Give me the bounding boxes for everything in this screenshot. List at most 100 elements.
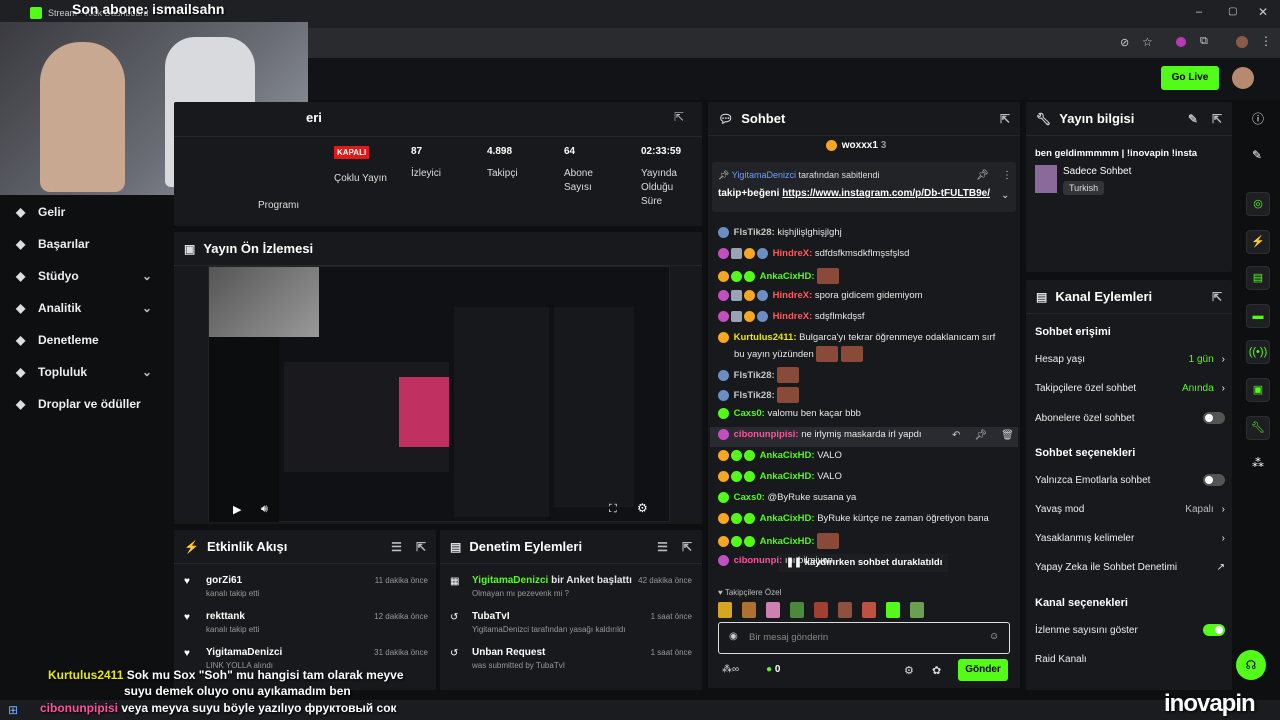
sidebar-item[interactable]: ◆ Droplar ve ödüller [0, 388, 170, 420]
rail-bolt-icon[interactable]: ⚡ [1246, 230, 1270, 254]
popout-icon[interactable]: ⇱ [1212, 290, 1222, 304]
chat-message[interactable]: cibonunpi: ını bilmiyon [718, 554, 833, 568]
raid-row[interactable]: Raid Kanalı [1035, 654, 1225, 665]
edit-icon[interactable]: ✎ [1188, 112, 1198, 126]
chat-username[interactable]: cibonunpipisi [734, 429, 796, 440]
popout-icon[interactable]: ⇱ [1212, 112, 1222, 126]
emote-icon[interactable] [886, 602, 900, 618]
emote-icon[interactable] [910, 602, 924, 618]
chat-username[interactable]: AnkaCixHD [760, 471, 812, 482]
rail-document-icon[interactable]: ▤ [1246, 266, 1270, 290]
emote-picker-icon[interactable]: ✿ [932, 664, 941, 677]
chat-username[interactable]: HindreX [773, 290, 809, 301]
close-icon[interactable]: ✕ [1258, 5, 1268, 19]
emote-icon[interactable] [862, 602, 876, 618]
windows-start-icon[interactable]: ⊞ [8, 703, 18, 717]
chat-message[interactable]: Kurtulus2411: Bulgarca'yı tekrar öğrenme… [718, 331, 995, 345]
volume-icon[interactable]: 🔊︎ [261, 503, 268, 516]
sidebar-item[interactable]: ◆ Başarılar [0, 228, 170, 260]
chat-username[interactable]: Kurtulus2411 [734, 332, 794, 343]
unpin-icon[interactable]: 📌︎ [976, 170, 989, 181]
support-button[interactable]: ☊ [1236, 650, 1266, 680]
show-viewers-row[interactable]: İzlenme sayısını göster [1035, 624, 1225, 636]
emote-only-toggle[interactable] [1203, 474, 1225, 486]
sidebar-item[interactable]: ◆ Gelir [0, 196, 170, 228]
preview-video[interactable]: ▶ 🔊︎ ⛶ ⚙ [208, 266, 670, 522]
rail-wrench-icon[interactable]: 🔧︎ [1246, 416, 1270, 440]
popout-icon[interactable]: ⇱ [674, 110, 684, 124]
chat-message[interactable]: HindreX: sdşflmkdşsf [718, 310, 865, 324]
chat-username[interactable]: FlsTik28 [734, 227, 772, 238]
emote-icon[interactable] [814, 602, 828, 618]
chat-message[interactable]: FlsTik28: [718, 387, 800, 403]
sidebar-item[interactable]: ◆ Topluluk ⌄ [0, 356, 170, 388]
chat-message[interactable]: AnkaCixHD: ByRuke kürtçe ne zaman öğreti… [718, 512, 989, 526]
rail-community-icon[interactable]: ⁂ [1252, 456, 1264, 470]
filter-icon[interactable]: ☰ [657, 540, 668, 554]
rail-chat-icon[interactable]: ▬ [1246, 304, 1270, 328]
delete-icon[interactable]: 🗑︎ [1001, 430, 1014, 441]
user-avatar[interactable] [1232, 67, 1254, 89]
chat-username[interactable]: HindreX [773, 248, 809, 259]
ai-mod-row[interactable]: Yapay Zeka ile Sohbet Denetimi ↗ [1035, 562, 1225, 573]
chat-message[interactable]: cibonunpipisi: ne irlymiş maskarda irl y… [718, 428, 922, 442]
chat-username[interactable]: FlsTik28 [734, 390, 772, 401]
slow-mode-row[interactable]: Yavaş mod Kapalı › [1035, 504, 1225, 515]
sidebar-item[interactable]: ◆ Analitik ⌄ [0, 292, 170, 324]
followers-chat-row[interactable]: Takipçilere özel sohbet Anında › [1035, 383, 1225, 394]
info-icon[interactable]: ⓘ [1252, 110, 1264, 127]
rail-target-icon[interactable]: ◎ [1246, 192, 1270, 216]
menu-dots-icon[interactable]: ⋮ [1260, 34, 1272, 48]
points-display[interactable]: ● 0 [766, 664, 780, 675]
emote-icon[interactable] [742, 602, 756, 618]
moderation-item[interactable]: ↺ TubaTvI YigitamaDenizci tarafından yasa… [450, 610, 692, 636]
rail-broadcast-icon[interactable]: ((•)) [1246, 340, 1270, 364]
chat-username[interactable]: AnkaCixHD [760, 271, 812, 282]
chat-username[interactable]: AnkaCixHD [760, 450, 812, 461]
chat-username[interactable]: Caxs0 [734, 408, 762, 419]
popout-icon[interactable]: ⇱ [682, 540, 692, 554]
moderation-item[interactable]: ↺ Unban Request was submitted by TubaTvI 1… [450, 646, 692, 672]
chat-username[interactable]: Caxs0 [734, 492, 762, 503]
settings-icon[interactable]: ⚙ [904, 664, 914, 677]
banned-words-row[interactable]: Yasaklanmış kelimeler › [1035, 533, 1225, 544]
moderation-item[interactable]: ▦ YigitamaDenizci bir Anket başlattı Olmay… [450, 574, 692, 600]
popout-icon[interactable]: ⇱ [1000, 112, 1010, 126]
send-button[interactable]: Gönder [958, 659, 1008, 681]
community-icon[interactable]: ⁂∞ [722, 664, 739, 675]
top-gifter[interactable]: woxxx1 3 [826, 140, 886, 151]
settings-icon[interactable]: ⚙ [637, 501, 648, 515]
chat-message[interactable]: AnkaCixHD: [718, 268, 840, 284]
emote-only-row[interactable]: Yalnızca Emotlarla sohbet [1035, 474, 1225, 486]
play-icon[interactable]: ▶ [233, 503, 241, 516]
emote-icon[interactable] [838, 602, 852, 618]
chat-message[interactable]: Caxs0: valomu ben kaçar bbb [718, 407, 861, 421]
filter-icon[interactable]: ☰ [391, 540, 402, 554]
chat-username[interactable]: cibonunpi [734, 555, 779, 566]
chat-message[interactable]: FlsTik28: kişhjlişlghişjlghj [718, 226, 842, 240]
sidebar-item[interactable]: ◆ Stüdyo ⌄ [0, 260, 170, 292]
chat-message[interactable]: AnkaCixHD: VALO [718, 449, 842, 463]
emote-bar[interactable] [718, 602, 1008, 618]
more-icon[interactable]: ⋮ [1002, 170, 1012, 181]
activity-item[interactable]: ♥ rekttank kanalı takip etti 12 dakika önce [184, 610, 428, 636]
chat-message[interactable]: FlsTik28: [718, 367, 800, 383]
emoji-icon[interactable]: ☺ [989, 631, 999, 642]
sidebar-item[interactable]: ◆ Denetleme [0, 324, 170, 356]
pinned-link[interactable]: https://www.instagram.com/p/Db-tFULTB9e/ [782, 188, 990, 199]
extension-icon[interactable] [1176, 37, 1186, 47]
emote-icon[interactable] [718, 602, 732, 618]
account-age-row[interactable]: Hesap yaşı 1 gün › [1035, 354, 1225, 365]
chat-username[interactable]: AnkaCixHD [760, 536, 812, 547]
chat-message[interactable]: Caxs0: @ByRuke susana ya [718, 491, 856, 505]
emote-icon[interactable] [766, 602, 780, 618]
pinned-message[interactable]: 📌︎ YigitamaDenizci tarafından sabitlendi… [712, 162, 1016, 212]
minimize-icon[interactable]: – [1196, 6, 1202, 18]
popout-icon[interactable]: ⇱ [416, 540, 426, 554]
chat-username[interactable]: FlsTik28 [734, 370, 772, 381]
extensions-puzzle-icon[interactable]: ⧉ [1200, 35, 1208, 48]
go-live-button[interactable]: Go Live [1161, 66, 1219, 90]
chat-message[interactable]: bu yayın yüzünden [718, 346, 864, 362]
activity-item[interactable]: ♥ gorZi61 kanalı takip etti 11 dakika önce [184, 574, 428, 600]
mute-icon[interactable]: ⊘ [1120, 36, 1129, 49]
